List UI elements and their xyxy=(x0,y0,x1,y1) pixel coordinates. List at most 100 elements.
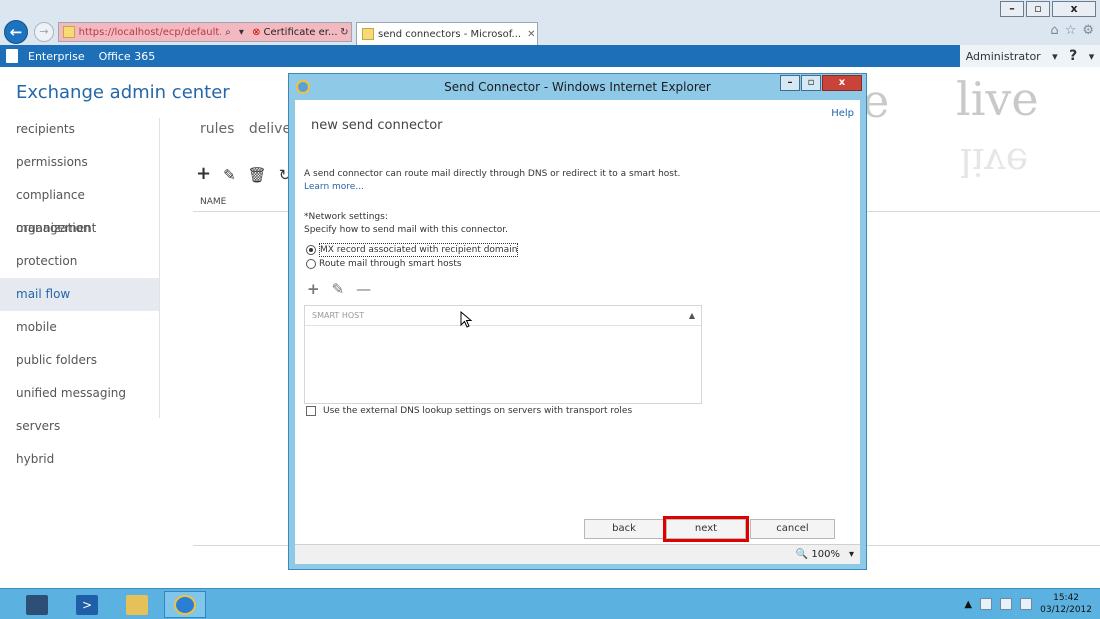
smart-host-label[interactable]: Route mail through smart hosts xyxy=(319,259,462,269)
dialog-body: Help new send connector A send connector… xyxy=(295,100,860,544)
nav-item-permissions[interactable]: permissions xyxy=(0,146,160,179)
tab-close-icon[interactable]: ✕ xyxy=(527,29,535,40)
close-button[interactable]: x xyxy=(1052,1,1096,17)
dialog-status-bar: 🔍 100% ▾ xyxy=(295,544,860,564)
smart-host-option[interactable]: Route mail through smart hosts xyxy=(306,259,462,269)
address-bar[interactable]: https://localhost/ecp/default.aspx ⌕ ▾ ⊗… xyxy=(58,22,352,42)
clock-date: 03/12/2012 xyxy=(1040,605,1092,615)
nav-item-protection[interactable]: protection xyxy=(0,245,160,278)
list-divider xyxy=(193,211,288,212)
mx-record-label[interactable]: MX record associated with recipient doma… xyxy=(319,243,519,257)
minimize-button[interactable]: – xyxy=(1000,1,1024,17)
flag-icon[interactable] xyxy=(980,598,993,610)
eac-top-bar: Enterprise Office 365 Administrator ▾ ? … xyxy=(0,45,1100,67)
dialog-close-button[interactable]: x xyxy=(822,75,862,91)
nav-item-servers[interactable]: servers xyxy=(0,410,160,443)
browser-tab[interactable]: send connectors - Microsof... ✕ xyxy=(356,22,538,45)
network-icon[interactable] xyxy=(1000,598,1013,610)
clock-time: 15:42 xyxy=(1053,593,1080,603)
edit-icon[interactable]: ✎ xyxy=(332,280,345,298)
smart-host-column-header[interactable]: SMART HOST ▲ xyxy=(305,306,701,326)
user-name[interactable]: Administrator xyxy=(966,50,1041,63)
nav-item-hybrid[interactable]: hybrid xyxy=(0,443,160,476)
search-icon[interactable]: ⌕ xyxy=(221,27,234,38)
tab-rules[interactable]: rules xyxy=(200,121,234,137)
learn-more-link[interactable]: Learn more... xyxy=(304,182,364,192)
user-menu[interactable]: Administrator ▾ ? ▾ xyxy=(960,45,1100,67)
external-dns-checkbox[interactable] xyxy=(306,406,316,416)
dialog-minimize-button[interactable]: – xyxy=(780,75,800,91)
internet-explorer-icon xyxy=(174,594,196,615)
url-text[interactable]: https://localhost/ecp/default.aspx xyxy=(79,27,222,38)
external-dns-option[interactable]: Use the external DNS lookup settings on … xyxy=(306,406,632,416)
taskbar-file-explorer[interactable] xyxy=(116,591,158,618)
send-connector-dialog: Send Connector - Windows Internet Explor… xyxy=(288,73,867,570)
star-icon[interactable]: ☆ xyxy=(1065,23,1077,38)
mx-record-radio[interactable] xyxy=(306,245,316,255)
description-text: A send connector can route mail directly… xyxy=(304,169,681,179)
certificate-error-text[interactable]: Certificate er... xyxy=(264,27,338,38)
nav-item-mail-flow[interactable]: mail flow xyxy=(0,278,160,311)
chevron-down-icon[interactable]: ▾ xyxy=(235,27,248,38)
nav-item-recipients[interactable]: recipients xyxy=(0,113,160,146)
dialog-window-controls: – ▫ x xyxy=(780,75,862,91)
network-settings-hint: Specify how to send mail with this conne… xyxy=(304,225,508,235)
nav-item-public-folders[interactable]: public folders xyxy=(0,344,160,377)
smart-host-header-label: SMART HOST xyxy=(312,311,365,320)
dialog-restore-button[interactable]: ▫ xyxy=(801,75,821,91)
edit-icon[interactable]: ✎ xyxy=(223,166,236,184)
speaker-icon[interactable] xyxy=(1020,598,1033,610)
taskbar-powershell[interactable]: > xyxy=(66,591,108,618)
enterprise-link[interactable]: Enterprise xyxy=(28,50,85,63)
sort-ascending-icon[interactable]: ▲ xyxy=(689,306,695,326)
help-icon[interactable]: ? xyxy=(1069,48,1077,64)
nav-item-compliance-management[interactable]: compliance management xyxy=(0,179,160,235)
server-manager-icon xyxy=(26,594,48,615)
next-button[interactable]: next xyxy=(663,516,749,542)
nav-item-unified-messaging[interactable]: unified messaging xyxy=(0,377,160,410)
external-dns-label[interactable]: Use the external DNS lookup settings on … xyxy=(323,406,632,416)
restore-button[interactable]: ▫ xyxy=(1026,1,1050,17)
zoom-icon: 🔍 xyxy=(795,549,809,560)
connector-description: A send connector can route mail directly… xyxy=(304,168,704,194)
home-icon[interactable]: ⌂ xyxy=(1050,23,1058,38)
gear-icon[interactable]: ⚙ xyxy=(1082,23,1094,38)
back-arrow-icon[interactable]: ← xyxy=(4,20,28,44)
refresh-icon[interactable]: ↻ xyxy=(338,27,351,38)
smart-host-toolbar: + ✎ — xyxy=(307,280,371,298)
smart-host-table: SMART HOST ▲ xyxy=(304,305,702,404)
nav-item-mobile[interactable]: mobile xyxy=(0,311,160,344)
office365-link[interactable]: Office 365 xyxy=(99,50,156,63)
chevron-down-icon[interactable]: ▾ xyxy=(1052,50,1058,63)
column-header-name[interactable]: NAME xyxy=(200,197,226,207)
chevron-up-icon[interactable]: ▲ xyxy=(964,599,972,610)
page-title: Exchange admin center xyxy=(16,82,230,103)
zoom-value[interactable]: 100% xyxy=(811,549,840,560)
taskbar-internet-explorer[interactable] xyxy=(164,591,206,618)
browser-chrome: – ▫ x ← → https://localhost/ecp/default.… xyxy=(0,0,1100,45)
system-tray: ▲ 15:42 03/12/2012 xyxy=(964,592,1092,616)
dialog-title-bar[interactable]: Send Connector - Windows Internet Explor… xyxy=(289,74,866,100)
add-icon[interactable]: + xyxy=(307,280,320,298)
taskbar-server-manager[interactable] xyxy=(16,591,58,618)
back-button[interactable]: back xyxy=(584,519,664,539)
remove-icon[interactable]: — xyxy=(356,280,371,298)
zoom-level[interactable]: 🔍 100% xyxy=(796,549,840,560)
left-navigation: recipients permissions compliance manage… xyxy=(0,113,160,476)
delete-icon[interactable]: 🗑 xyxy=(248,166,267,184)
nav-item-organization[interactable]: organization xyxy=(0,212,160,245)
mx-record-option[interactable]: MX record associated with recipient doma… xyxy=(306,243,519,257)
nav-divider xyxy=(159,118,160,418)
browser-tools: ⌂ ☆ ⚙ xyxy=(1050,23,1094,38)
help-link[interactable]: Help xyxy=(831,108,854,119)
tab-favicon-icon xyxy=(362,28,374,40)
cancel-button[interactable]: cancel xyxy=(750,519,835,539)
certificate-error-icon[interactable]: ⊗ xyxy=(252,27,260,38)
forward-arrow-icon[interactable]: → xyxy=(34,22,54,42)
chevron-down-icon[interactable]: ▾ xyxy=(849,549,854,560)
clock[interactable]: 15:42 03/12/2012 xyxy=(1040,592,1092,616)
chevron-down-icon[interactable]: ▾ xyxy=(1089,50,1095,63)
add-icon[interactable]: + xyxy=(196,165,211,184)
smart-host-radio[interactable] xyxy=(306,259,316,269)
page-icon xyxy=(63,26,75,38)
